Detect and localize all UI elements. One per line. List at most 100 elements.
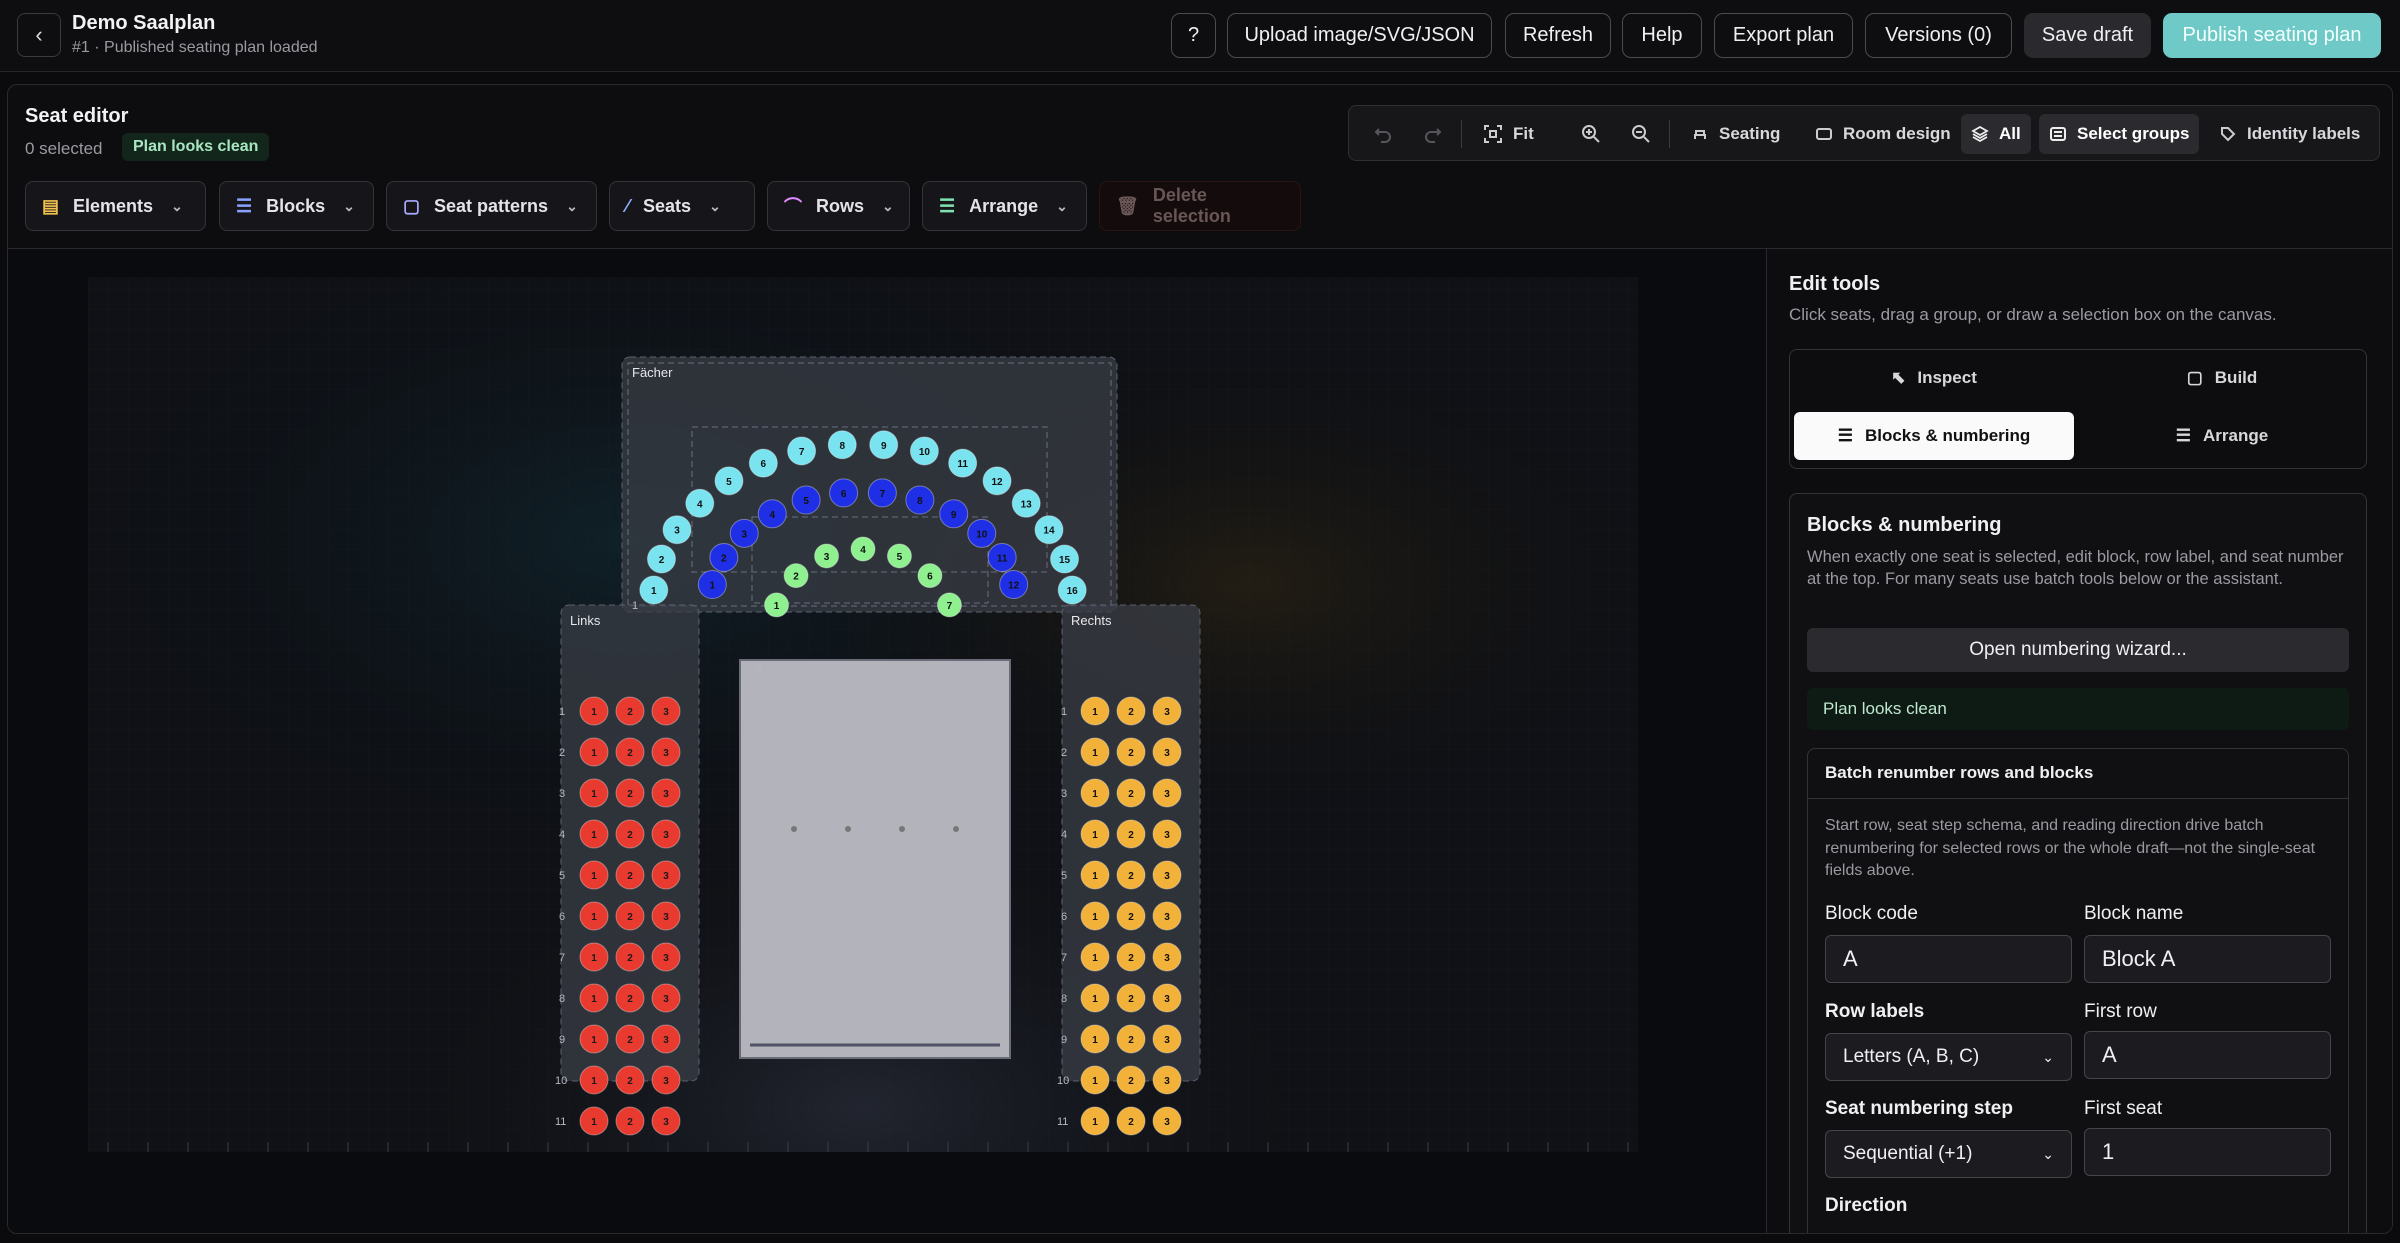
undo-button[interactable] [1363, 114, 1403, 154]
all-layers-button[interactable]: All [1961, 114, 2031, 154]
chevron-down-icon: ⌄ [709, 197, 721, 214]
blocks-label: Blocks [266, 195, 326, 216]
seat-number-label: 3 [663, 953, 669, 964]
arc-icon: ⌒ [784, 197, 802, 217]
row-label: 10 [555, 1075, 567, 1087]
zoom-in-icon [1582, 125, 1600, 143]
chevron-down-icon: ⌄ [882, 197, 894, 214]
row-label: 8 [559, 993, 565, 1005]
tag-icon [2221, 127, 2236, 142]
seats-dropdown[interactable]: ⁄ Seats ⌄ [609, 181, 755, 231]
seating-canvas[interactable]: Fächer Links Rechts 1 2 3 4 5 6 7 8 9 10 11 12 13 14 1… [8, 248, 1766, 1234]
seat-number-label: 3 [663, 789, 669, 800]
layers-icon [1971, 125, 1989, 143]
seat-editor-panel: Seat editor 0 selected Plan looks clean … [7, 84, 2393, 1234]
room-design-button[interactable]: Room design [1805, 114, 1961, 154]
help-button[interactable]: Help [1622, 13, 1702, 58]
seat-number-label: 12 [1008, 581, 1020, 592]
save-draft-button[interactable]: Save draft [2024, 13, 2151, 58]
fit-label: Fit [1513, 124, 1534, 143]
seat-number-label: 2 [1128, 912, 1134, 923]
zoom-out-button[interactable] [1621, 114, 1661, 154]
edit-tool-tabs: ⬉ Inspect ▢ Build ☰ Blocks & numbering ☰ Arr… [1789, 349, 2367, 469]
delete-selection-button[interactable]: 🗑 Delete selection [1099, 181, 1301, 231]
rows-label: Rows [816, 195, 865, 216]
block-code-input[interactable]: A [1825, 935, 2072, 983]
square-icon: ▢ [403, 195, 421, 216]
redo-button[interactable] [1413, 114, 1453, 154]
seat-number-label: 3 [663, 1035, 669, 1046]
sliders-icon: ☰ [2175, 426, 2192, 445]
seat-number-label: 3 [1164, 912, 1170, 923]
rows-dropdown[interactable]: ⌒ Rows ⌄ [767, 181, 910, 231]
seat-number-label: 10 [976, 529, 988, 540]
seat-step-select[interactable]: Sequential (+1) ⌄ [1825, 1130, 2072, 1178]
upload-button[interactable]: Upload image/SVG/JSON [1227, 13, 1492, 58]
seating-plan-svg[interactable]: Fächer Links Rechts 12345678 910111213141… [8, 249, 1766, 1234]
zoom-in-button[interactable] [1571, 114, 1611, 154]
select-groups-button[interactable]: Select groups [2039, 114, 2200, 154]
seat-step-label: Seat numbering step [1825, 1098, 2013, 1119]
block-name-label: Block name [2084, 903, 2184, 924]
row-labels-select[interactable]: Letters (A, B, C) ⌄ [1825, 1033, 2072, 1081]
blocks-dropdown[interactable]: ☰ Blocks ⌄ [219, 181, 374, 231]
delete-label: Delete selection [1152, 185, 1231, 226]
seat-number-label: 1 [1092, 953, 1098, 964]
arrange-icon: ☰ [939, 195, 956, 216]
sliders-icon: ☰ [1837, 426, 1853, 445]
back-button[interactable]: ‹ [17, 13, 61, 57]
seat-number-label: 2 [627, 912, 633, 923]
chevron-left-icon: ‹ [35, 22, 43, 47]
seat-number-label: 3 [1164, 830, 1170, 841]
export-button[interactable]: Export plan [1714, 13, 1853, 58]
row-label: 10 [1057, 1075, 1069, 1087]
fit-button[interactable]: Fit [1473, 114, 1544, 154]
selection-count: 0 selected [25, 139, 103, 158]
tab-arrange[interactable]: ☰ Arrange [2082, 412, 2362, 460]
seat-number-label: 2 [1128, 789, 1134, 800]
versions-button[interactable]: Versions (0) [1865, 13, 2012, 58]
tab-blocks-numbering[interactable]: ☰ Blocks & numbering [1794, 412, 2074, 460]
seat-number-label: 1 [1092, 789, 1098, 800]
tab-inspect[interactable]: ⬉ Inspect [1794, 354, 2074, 402]
seat-number-label: 1 [591, 830, 597, 841]
arrange-dropdown[interactable]: ☰ Arrange ⌄ [922, 181, 1087, 231]
block-faecher[interactable] [621, 356, 1118, 613]
tab-build[interactable]: ▢ Build [2082, 354, 2362, 402]
batch-renumber-section: Batch renumber rows and blocks Start row… [1807, 748, 2349, 1233]
help-question-button[interactable]: ? [1171, 13, 1216, 58]
seat-patterns-dropdown[interactable]: ▢ Seat patterns ⌄ [386, 181, 597, 231]
numbering-wizard-button[interactable]: Open numbering wizard... [1807, 628, 2349, 672]
seating-mode-button[interactable]: Seating [1681, 114, 1790, 154]
seat-number-label: 2 [627, 994, 633, 1005]
chevron-down-icon: ⌄ [171, 197, 183, 214]
room-icon [1816, 128, 1832, 140]
seat-number-label: 2 [1128, 871, 1134, 882]
identity-labels-button[interactable]: Identity labels [2209, 114, 2370, 154]
editor-title: Seat editor [25, 105, 129, 127]
seat-number-label: 1 [1092, 994, 1098, 1005]
seat-number-label: 2 [721, 553, 727, 564]
first-seat-input[interactable]: 1 [2084, 1128, 2331, 1176]
seat-number-label: 1 [1092, 912, 1098, 923]
seat-number-label: 10 [919, 447, 931, 458]
seat-number-label: 2 [627, 953, 633, 964]
edit-tools-sidebar: Edit tools Click seats, drag a group, or… [1766, 248, 2392, 1233]
first-row-input[interactable]: A [2084, 1031, 2331, 1079]
publish-button[interactable]: Publish seating plan [2163, 13, 2381, 58]
refresh-button[interactable]: Refresh [1505, 13, 1611, 58]
seat-number-label: 8 [917, 496, 923, 507]
seat-number-label: 1 [1092, 1117, 1098, 1128]
block-name-input[interactable]: Block A [2084, 935, 2331, 983]
seat-number-label: 7 [799, 447, 805, 458]
seat-number-label: 1 [591, 1117, 597, 1128]
row-label: 8 [1061, 993, 1067, 1005]
tab-inspect-label: Inspect [1917, 368, 1977, 387]
seat-number-label: 5 [897, 552, 903, 563]
seat-number-label: 3 [663, 912, 669, 923]
seat-number-label: 7 [947, 601, 953, 612]
select-groups-label: Select groups [2077, 124, 2190, 143]
stage[interactable] [739, 659, 1011, 1059]
seat-number-label: 5 [803, 496, 809, 507]
elements-dropdown[interactable]: ▤ Elements ⌄ [25, 181, 206, 231]
